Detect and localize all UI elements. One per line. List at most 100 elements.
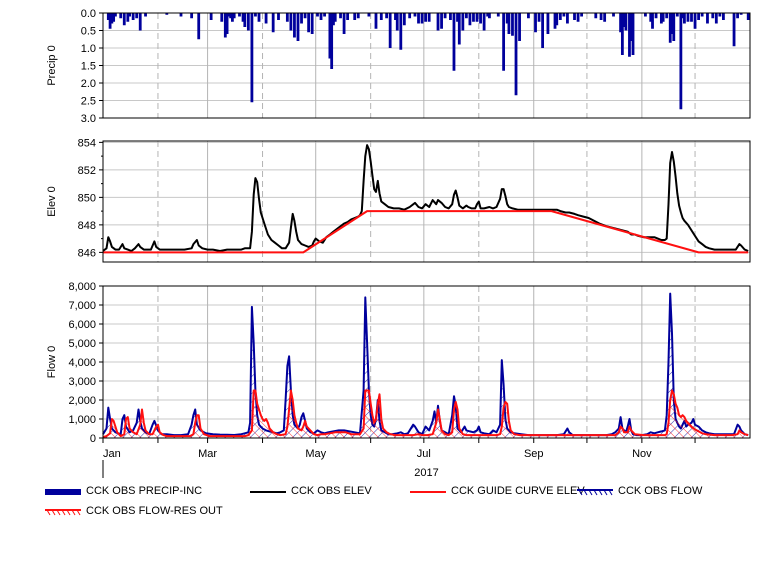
precip-bar (316, 13, 319, 17)
precip-bar (402, 13, 406, 26)
precip-bar (300, 13, 303, 24)
precip-bar (711, 13, 715, 19)
precip-bar (475, 13, 479, 22)
precip-bar (665, 13, 669, 19)
precip-bar (714, 13, 718, 24)
precip-bar (644, 13, 647, 17)
precip-bar (190, 13, 194, 19)
precip-bar (594, 13, 598, 19)
y-tick-label: 854 (78, 137, 96, 149)
precip-bar (128, 13, 131, 17)
y-axis-label: Precip 0 (46, 45, 58, 85)
y-tick-label: 2.0 (81, 78, 96, 90)
panel-2: 846 848 850 852 854 Elev 0 (46, 137, 751, 263)
precip-bar (353, 13, 357, 20)
precip-bar (449, 13, 452, 20)
precip-bar (346, 13, 350, 20)
precip-bar (289, 13, 293, 31)
precip-bar (264, 13, 268, 24)
x-axis: Jan Mar May Jul Sep Nov 2017 (102, 438, 696, 479)
x-tick-label: May (305, 448, 326, 460)
precip-bar (339, 13, 342, 19)
precip-bar (468, 13, 472, 26)
x-tick-label: Nov (632, 448, 652, 460)
precip-bar (546, 13, 550, 34)
precip-bar (502, 13, 506, 71)
precip-bar (385, 13, 389, 19)
precip-bar (257, 13, 261, 22)
precip-bar (527, 13, 530, 19)
legend-swatch (45, 509, 81, 516)
precip-bar (388, 13, 392, 48)
y-tick-label: 848 (78, 220, 96, 232)
panel-3: 0 1,000 2,000 3,000 4,000 5,000 6,000 7,000 8,00… (46, 281, 751, 445)
legend-label: CCK OBS FLOW-RES OUT (86, 505, 223, 517)
precip-bar (131, 13, 135, 20)
precip-bar (746, 13, 750, 20)
precip-bar (482, 13, 486, 31)
precip-bar (461, 13, 465, 31)
precip-bar (271, 13, 275, 33)
precip-bar (686, 13, 690, 22)
precip-bar (718, 13, 722, 17)
precip-bar (452, 13, 456, 71)
legend-label: CCK OBS PRECIP-INC (86, 485, 203, 497)
precip-bar (697, 13, 700, 20)
y-tick-label: 1,000 (68, 414, 96, 426)
legend-label: CCK GUIDE CURVE ELEV (451, 485, 585, 497)
precip-bar (135, 13, 139, 19)
precip-bar (323, 13, 326, 17)
y-tick-label: 8,000 (68, 281, 96, 293)
legend-swatch (45, 489, 81, 495)
legend-label: CCK OBS ELEV (291, 485, 372, 497)
precip-bar (307, 13, 311, 33)
precip-bar (379, 13, 383, 20)
precip-bar (624, 13, 628, 31)
legend-swatch (250, 491, 286, 493)
precip-bar (661, 13, 665, 22)
y-tick-label: 0.0 (81, 8, 96, 20)
plot-frame (102, 140, 751, 263)
y-axis-label: Elev 0 (46, 186, 58, 217)
precip-bar (631, 13, 635, 55)
precip-bar (558, 13, 562, 20)
precip-bar (555, 13, 559, 26)
precip-bar (424, 13, 428, 22)
precip-bar (488, 13, 491, 19)
precip-bar (675, 13, 679, 17)
precip-bar (496, 13, 500, 17)
precip-bar (693, 13, 697, 29)
precip-bar (277, 13, 280, 20)
precip-bar (413, 13, 417, 17)
precip-bar (333, 13, 337, 22)
precip-bar (246, 13, 250, 31)
x-tick-label: Sep (524, 448, 544, 460)
y-tick-label: 4,000 (68, 357, 96, 369)
precip-bar (651, 13, 654, 29)
precip-bar (436, 13, 440, 31)
precip-bar (197, 13, 201, 40)
precip-bar (566, 13, 569, 24)
precip-bar (144, 13, 147, 17)
precip-bar (457, 13, 461, 45)
precip-bar (514, 13, 518, 96)
precip-bar (732, 13, 736, 47)
panel-1: 0.0 0.5 1.0 1.5 2.0 2.5 3.0 Precip 0 (46, 8, 751, 125)
precip-bar (293, 13, 296, 38)
precip-bar (683, 13, 686, 24)
obs-elev-line (102, 144, 749, 252)
y-axis-label: Flow 0 (46, 346, 58, 378)
legend-swatch (577, 489, 613, 496)
y-tick-label: 1.0 (81, 43, 96, 55)
y-tick-label: 852 (78, 165, 96, 177)
y-tick-label: 2.5 (81, 96, 96, 108)
precip-bar (537, 13, 541, 22)
precip-bar (342, 13, 346, 34)
precip-bar (534, 13, 537, 33)
precip-bar (367, 13, 371, 17)
precip-bar (511, 13, 514, 36)
y-tick-label: 3,000 (68, 376, 96, 388)
precip-bar (356, 13, 360, 19)
precip-bar (479, 13, 482, 24)
x-tick-label: Jul (417, 448, 431, 460)
